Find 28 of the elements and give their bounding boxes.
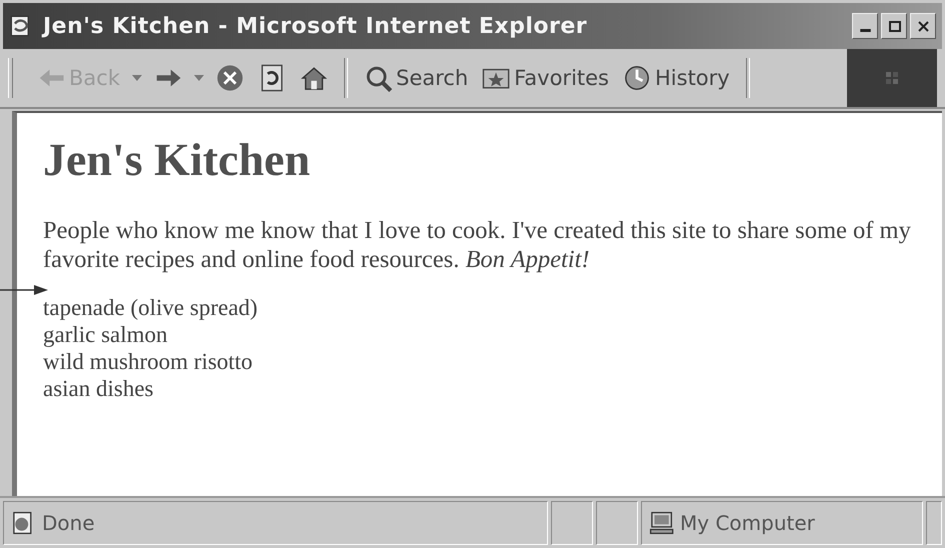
resize-grip[interactable] [926, 501, 942, 545]
zone-text: My Computer [680, 511, 815, 535]
minimize-icon [860, 29, 870, 32]
close-button[interactable] [910, 13, 936, 39]
recipe-item: garlic salmon [43, 320, 169, 348]
caret-icon [194, 75, 204, 81]
search-button[interactable]: Search [360, 60, 472, 96]
history-button[interactable]: History [619, 60, 734, 96]
close-icon [916, 18, 930, 34]
maximize-icon [886, 18, 902, 34]
recipe-item: wild mushroom risotto [43, 348, 254, 375]
stop-icon [216, 64, 244, 92]
recipe-item: tapenade (olive spread) [43, 294, 259, 321]
toolbar-grip [8, 58, 13, 98]
computer-icon [648, 510, 674, 536]
favorites-button[interactable]: Favorites [478, 60, 613, 96]
recipe-item: asian dishes [43, 374, 155, 402]
status-pane [551, 501, 593, 545]
status-text: Done [42, 511, 95, 535]
window-title: Jen's Kitchen - Microsoft Internet Explorer [43, 14, 588, 38]
clock-icon [623, 64, 651, 92]
status-pane [596, 501, 638, 545]
minimize-button[interactable] [852, 13, 878, 39]
caret-icon [132, 75, 142, 81]
leader-arrow [0, 284, 50, 296]
intro-paragraph: People who know me know that I love to cook. I've created this site to share some of my favorite recipes and online food resources. Bon Appetit! [43, 216, 912, 274]
page-heading: Jen's Kitchen [43, 135, 312, 186]
maximize-button[interactable] [881, 13, 907, 39]
